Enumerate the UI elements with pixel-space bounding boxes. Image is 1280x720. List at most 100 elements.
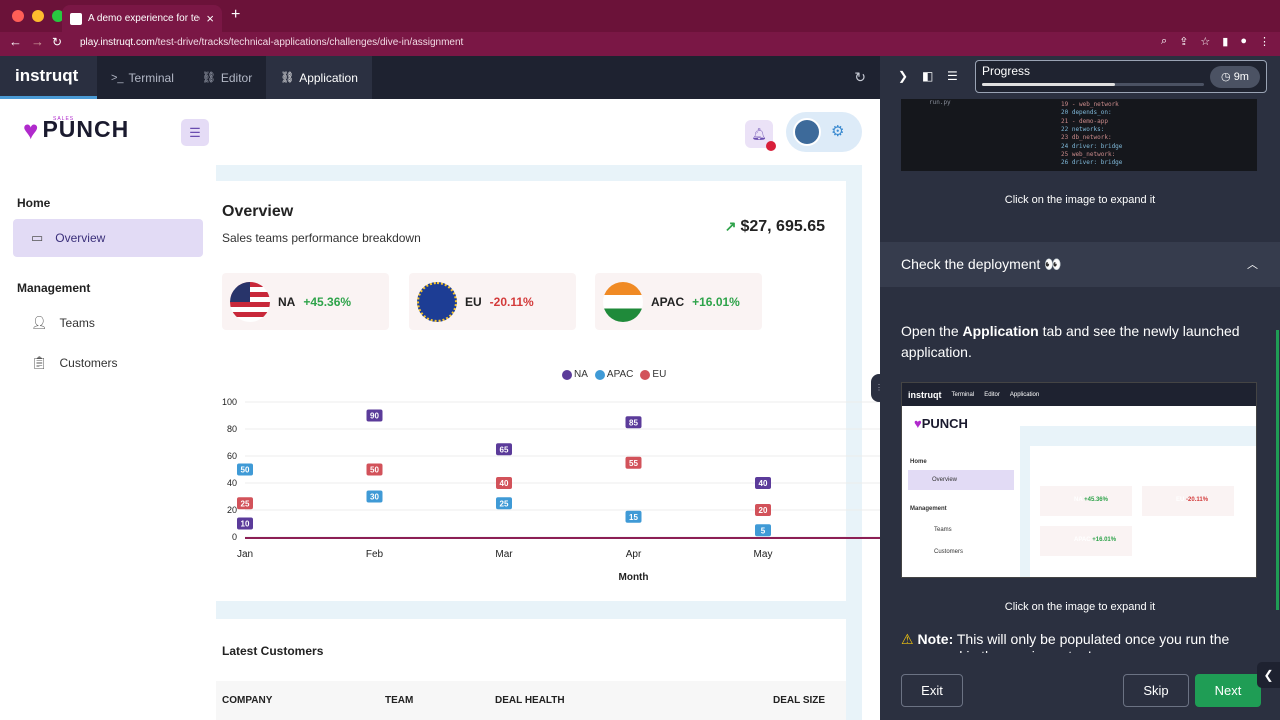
chevron-up-icon[interactable]: ︿ — [1247, 256, 1258, 272]
data-label: 90 — [370, 412, 379, 421]
column-header[interactable]: TEAM — [385, 695, 413, 706]
x-tick-label: Jan — [237, 549, 253, 560]
sidebar-section-management: Management — [17, 281, 91, 295]
avatar[interactable] — [793, 118, 821, 146]
layout-icon[interactable]: ◧ — [922, 69, 933, 83]
thumb-tab: Application — [1009, 391, 1040, 398]
region-card-eu: EU -20.11% — [409, 273, 576, 330]
eu-flag-icon — [417, 281, 457, 322]
address-bar[interactable]: play.instruqt.com/test-drive/tracks/tech… — [80, 37, 463, 48]
sidebar-item-label: Teams — [59, 316, 95, 330]
minimize-window-button[interactable] — [32, 10, 44, 22]
progress-label: Progress — [982, 64, 1031, 78]
thumb-region-name: NA — [1074, 497, 1083, 503]
data-label: 85 — [629, 418, 638, 427]
region-card-apac: APAC +16.01% — [595, 273, 762, 330]
x-tick-label: Mar — [495, 549, 513, 560]
browser-actions: ⌕ ⇪ ☆ ▮ ● ⋮ — [1161, 35, 1270, 48]
gear-icon[interactable]: ⚙ — [831, 122, 844, 140]
x-tick-label: May — [754, 549, 773, 560]
url-host: play.instruqt.com — [80, 37, 155, 48]
bookmark-star-icon[interactable]: ☆ — [1200, 35, 1210, 48]
thumb-teams: Teams — [934, 527, 952, 533]
thumb-brand-name: PUNCH — [921, 416, 968, 431]
tab-terminal[interactable]: >_ Terminal — [97, 56, 188, 99]
notes-icon[interactable]: ☰ — [947, 69, 958, 83]
brand-logo: ♥ SALES PUNCH — [23, 116, 129, 143]
region-name: EU — [465, 294, 482, 309]
tab-label: Application — [299, 70, 358, 85]
application-screenshot-image[interactable]: instruqt Terminal Editor Application ♥PU… — [901, 382, 1257, 578]
brand-small: SALES — [53, 116, 75, 122]
customers-table-header: COMPANY TEAM DEAL HEALTH DEAL SIZE — [216, 681, 846, 720]
thumb-main: Overview Sales teams performance breakdo… — [1020, 426, 1256, 577]
browser-frame: A demo experience for technic × + ← → ↻ … — [0, 0, 1280, 56]
sidebar-item-customers[interactable]: 📋︎ Customers — [13, 344, 203, 382]
skip-button[interactable]: Skip — [1123, 674, 1189, 707]
tab-strip: A demo experience for technic × + — [0, 0, 1280, 32]
column-header[interactable]: COMPANY — [222, 695, 272, 706]
profile-icon[interactable]: ● — [1240, 35, 1247, 48]
back-icon[interactable]: ← — [9, 34, 22, 50]
application-icon: ⛓ — [280, 72, 295, 84]
legend-item-eu[interactable]: APAC — [594, 369, 633, 380]
share-icon[interactable]: ⇪ — [1179, 35, 1188, 48]
chevron-right-icon[interactable]: ❯ — [898, 69, 908, 83]
code-line: 22 networks: — [1061, 125, 1105, 133]
browser-tab[interactable]: A demo experience for technic × — [62, 5, 222, 32]
timer-value: 9m — [1233, 71, 1249, 83]
panel-scrollbar[interactable] — [1276, 330, 1279, 610]
zoom-icon[interactable]: ⌕ — [1161, 35, 1167, 48]
y-tick-label: 60 — [227, 451, 237, 461]
new-tab-icon[interactable]: + — [231, 6, 240, 24]
panel-toolbar: ❯ ◧ ☰ Progress ◷ 9m — [880, 56, 1280, 99]
thumb-title: Overview — [1040, 457, 1076, 466]
column-header[interactable]: DEAL HEALTH — [495, 695, 565, 706]
hamburger-menu-icon[interactable]: ☰ — [181, 119, 209, 146]
clock-icon: ◷ — [1221, 71, 1234, 83]
sidebar-item-overview[interactable]: ▭ Overview — [13, 219, 203, 257]
progress-box: Progress ◷ 9m — [975, 60, 1267, 93]
thumb-region-name: APAC — [1074, 537, 1091, 543]
thumb-region-na: NA +45.36% — [1040, 486, 1132, 516]
data-label: 20 — [759, 506, 768, 515]
chart-legend: NA APAC EU — [562, 369, 666, 380]
notification-bell-icon[interactable]: 🔔︎ — [745, 120, 776, 151]
thumb-card: Overview Sales teams performance breakdo… — [1030, 446, 1256, 577]
tab-editor[interactable]: ⛓ Editor — [188, 56, 266, 99]
collapse-panel-icon[interactable]: ❮ — [1257, 662, 1280, 688]
forward-icon[interactable]: → — [31, 34, 44, 50]
sidebar-item-teams[interactable]: 👤︎ Teams — [13, 304, 203, 342]
legend-item-apac[interactable]: EU — [640, 369, 666, 380]
editor-icon: ⛓ — [201, 72, 216, 84]
favicon-icon — [70, 12, 82, 25]
code-screenshot-image[interactable]: run.py 19 - web_network 20 depends_on: 21 … — [901, 99, 1257, 171]
refresh-icon[interactable]: ↻ — [854, 69, 866, 86]
exit-button[interactable]: Exit — [901, 674, 963, 707]
latest-customers-card: Latest Customers COMPANY TEAM DEAL HEALT… — [216, 619, 846, 720]
region-card-na: NA +45.36% — [222, 273, 389, 330]
y-tick-label: 40 — [227, 478, 237, 488]
data-label: 55 — [629, 459, 638, 468]
legend-item-na[interactable]: NA — [562, 369, 588, 380]
accordion-check-deployment[interactable]: Check the deployment 👀 ︿ — [880, 242, 1280, 287]
next-button[interactable]: Next — [1195, 674, 1261, 707]
sidebar-icon[interactable]: ▮ — [1222, 35, 1228, 48]
x-axis-label: Month — [619, 572, 649, 583]
tab-application[interactable]: ⛓ Application — [266, 56, 372, 99]
close-window-button[interactable] — [12, 10, 24, 22]
india-flag-icon — [603, 281, 643, 322]
thumb-region-name: EU — [1176, 497, 1185, 503]
menu-icon[interactable]: ⋮ — [1259, 35, 1270, 48]
sidebar-item-label: Overview — [55, 231, 106, 245]
close-tab-icon[interactable]: × — [206, 12, 214, 25]
profile-pill[interactable]: ⚙ — [786, 112, 862, 152]
warning-icon: ⚠ — [901, 631, 918, 647]
data-label: 65 — [500, 445, 509, 454]
code-line: 26 driver: bridge — [1061, 159, 1123, 167]
column-header[interactable]: DEAL SIZE — [773, 695, 825, 706]
data-label: 5 — [761, 526, 766, 535]
performance-chart: 0 20 40 60 80 100 Jan Feb Mar Apr May Month 10 90 65 85… — [222, 397, 880, 583]
reload-icon[interactable]: ↻ — [52, 34, 62, 50]
tab-label: Terminal — [128, 70, 174, 85]
